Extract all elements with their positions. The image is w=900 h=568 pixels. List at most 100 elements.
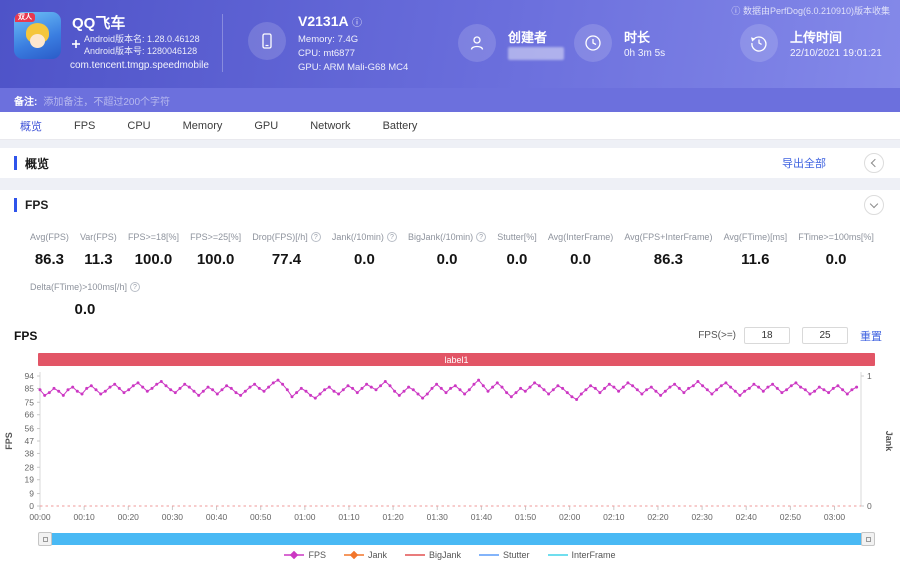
metric-FPS>=18[%]: FPS>=18[%] 100.0 bbox=[128, 232, 179, 268]
svg-text:00:20: 00:20 bbox=[118, 512, 140, 522]
legend-label: BigJank bbox=[428, 550, 462, 560]
help-icon[interactable]: ? bbox=[476, 232, 487, 242]
legend-swatch-icon bbox=[284, 551, 305, 559]
metric-Drop(FPS)[/h]: Drop(FPS)[/h]? 77.4 bbox=[252, 232, 321, 268]
duration-value: 0h 3m 5s bbox=[624, 48, 666, 59]
metric-label: Avg(InterFrame) bbox=[547, 232, 614, 242]
help-icon[interactable]: ? bbox=[386, 232, 397, 242]
metric-Delta(FTime)>100ms[/h]: Delta(FTime)>100ms[/h]? 0.0 bbox=[30, 282, 140, 318]
metric-FTime>=100ms[%]: FTime>=100ms[%] 0.0 bbox=[798, 232, 874, 268]
device-info-icon[interactable]: ⓘ bbox=[352, 18, 362, 29]
drag-handle-icon bbox=[42, 536, 48, 542]
svg-text:94: 94 bbox=[25, 371, 35, 381]
svg-text:02:30: 02:30 bbox=[691, 512, 713, 522]
metric-value: 100.0 bbox=[134, 251, 173, 268]
collapse-down-button[interactable] bbox=[864, 195, 884, 215]
fps-line-chart[interactable]: 94 85 75 66 56 47 38 28 19 9 0 1 0 FPS Jank 00:00 00:10 0… bbox=[0, 366, 900, 524]
metric-Avg(FPS+InterFrame): Avg(FPS+InterFrame) 86.3 bbox=[624, 232, 712, 268]
fps-threshold-label: FPS(>=) bbox=[698, 330, 736, 341]
device-cpu: CPU: mt6877 bbox=[298, 48, 356, 59]
metric-Avg(InterFrame): Avg(InterFrame) 0.0 bbox=[548, 232, 613, 268]
legend-label: InterFrame bbox=[571, 550, 616, 560]
metric-Jank(/10min): Jank(/10min)? 0.0 bbox=[332, 232, 397, 268]
svg-text:56: 56 bbox=[25, 424, 35, 434]
legend-swatch-icon bbox=[547, 554, 568, 556]
legend-swatch-icon bbox=[404, 554, 425, 556]
svg-text:75: 75 bbox=[25, 397, 35, 407]
metric-value: 0.0 bbox=[353, 251, 375, 268]
legend-item-Stutter[interactable]: Stutter bbox=[479, 550, 530, 560]
reset-link[interactable]: 重置 bbox=[860, 328, 882, 344]
legend-item-Jank[interactable]: Jank bbox=[343, 550, 387, 560]
svg-text:19: 19 bbox=[25, 475, 35, 485]
upload-time-icon bbox=[740, 24, 778, 62]
svg-text:FPS: FPS bbox=[4, 432, 14, 450]
fps-metrics-row2: Delta(FTime)>100ms[/h]? 0.0 bbox=[0, 282, 900, 319]
note-bar[interactable]: 备注: 添加备注，不超过200个字符 bbox=[0, 88, 900, 112]
legend-item-FPS[interactable]: FPS bbox=[284, 550, 326, 560]
svg-text:00:30: 00:30 bbox=[162, 512, 184, 522]
fps-chart-controls: FPS FPS(>=) 重置 bbox=[0, 325, 900, 349]
help-icon[interactable]: ? bbox=[129, 282, 140, 292]
metric-BigJank(/10min): BigJank(/10min)? 0.0 bbox=[408, 232, 487, 268]
tab-Memory[interactable]: Memory bbox=[183, 120, 223, 132]
fps-section-title: FPS bbox=[25, 198, 49, 212]
tab-Network[interactable]: Network bbox=[310, 120, 350, 132]
creator-icon bbox=[458, 24, 496, 62]
legend-label: Stutter bbox=[503, 550, 530, 560]
note-label: 备注: bbox=[14, 96, 38, 108]
duration-icon bbox=[574, 24, 612, 62]
metric-label: Drop(FPS)[/h]? bbox=[252, 232, 321, 242]
fps-chart-title: FPS bbox=[14, 329, 38, 343]
app-package: com.tencent.tmgp.speedmobile bbox=[70, 60, 209, 71]
legend-label: Jank bbox=[367, 550, 387, 560]
svg-text:Jank: Jank bbox=[884, 431, 894, 453]
legend-item-InterFrame[interactable]: InterFrame bbox=[547, 550, 616, 560]
legend-item-BigJank[interactable]: BigJank bbox=[404, 550, 462, 560]
chevron-down-icon bbox=[869, 199, 879, 209]
fps-threshold-input-1[interactable] bbox=[744, 327, 790, 344]
slider-bar[interactable] bbox=[44, 533, 869, 545]
svg-text:00:50: 00:50 bbox=[250, 512, 272, 522]
svg-text:9: 9 bbox=[29, 489, 34, 499]
metric-label: FPS>=25[%] bbox=[190, 232, 242, 242]
svg-text:38: 38 bbox=[25, 448, 35, 458]
collector-version-note: ⓘ 数据由PerfDog(6.0.210910)版本收集 bbox=[731, 6, 890, 16]
report-header: 双人 QQ飞车 Android版本名: 1.28.0.46128 Android… bbox=[0, 0, 900, 88]
metric-label: FPS>=18[%] bbox=[127, 232, 179, 242]
tab-CPU[interactable]: CPU bbox=[127, 120, 150, 132]
device-specs: Memory: 7.4G CPU: mt6877 GPU: ARM Mali-G… bbox=[298, 33, 408, 75]
tab-FPS[interactable]: FPS bbox=[74, 120, 95, 132]
help-icon[interactable]: ? bbox=[310, 232, 321, 242]
svg-text:01:00: 01:00 bbox=[294, 512, 316, 522]
overview-section: 概览 导出全部 bbox=[0, 148, 900, 178]
metric-value: 86.3 bbox=[653, 251, 683, 268]
app-icon-badge: 双人 bbox=[15, 13, 35, 22]
export-all-link[interactable]: 导出全部 bbox=[782, 155, 826, 171]
slider-right-handle[interactable] bbox=[861, 532, 875, 546]
tab-Battery[interactable]: Battery bbox=[383, 120, 418, 132]
tab-GPU[interactable]: GPU bbox=[254, 120, 278, 132]
drag-handle-icon bbox=[865, 536, 871, 542]
chart-range-slider[interactable] bbox=[38, 532, 875, 546]
section-accent bbox=[14, 198, 17, 212]
svg-text:0: 0 bbox=[29, 501, 34, 511]
tab-概览[interactable]: 概览 bbox=[20, 118, 42, 134]
svg-text:03:00: 03:00 bbox=[824, 512, 846, 522]
slider-left-handle[interactable] bbox=[38, 532, 52, 546]
version-marker-icon bbox=[72, 40, 80, 48]
metric-value: 100.0 bbox=[196, 251, 235, 268]
creator-name-redacted bbox=[508, 47, 564, 60]
metric-label: Avg(FPS) bbox=[30, 232, 69, 242]
metric-label: Delta(FTime)>100ms[/h]? bbox=[30, 282, 140, 292]
svg-text:01:40: 01:40 bbox=[471, 512, 493, 522]
legend-swatch-icon bbox=[479, 554, 500, 556]
metric-label: Jank(/10min)? bbox=[332, 232, 397, 242]
metric-value: 11.6 bbox=[741, 251, 770, 268]
collapse-left-button[interactable] bbox=[864, 153, 884, 173]
svg-text:28: 28 bbox=[25, 462, 35, 472]
svg-text:02:00: 02:00 bbox=[559, 512, 581, 522]
metric-value: 11.3 bbox=[84, 251, 113, 268]
note-placeholder[interactable]: 添加备注，不超过200个字符 bbox=[43, 93, 170, 108]
fps-threshold-input-2[interactable] bbox=[802, 327, 848, 344]
